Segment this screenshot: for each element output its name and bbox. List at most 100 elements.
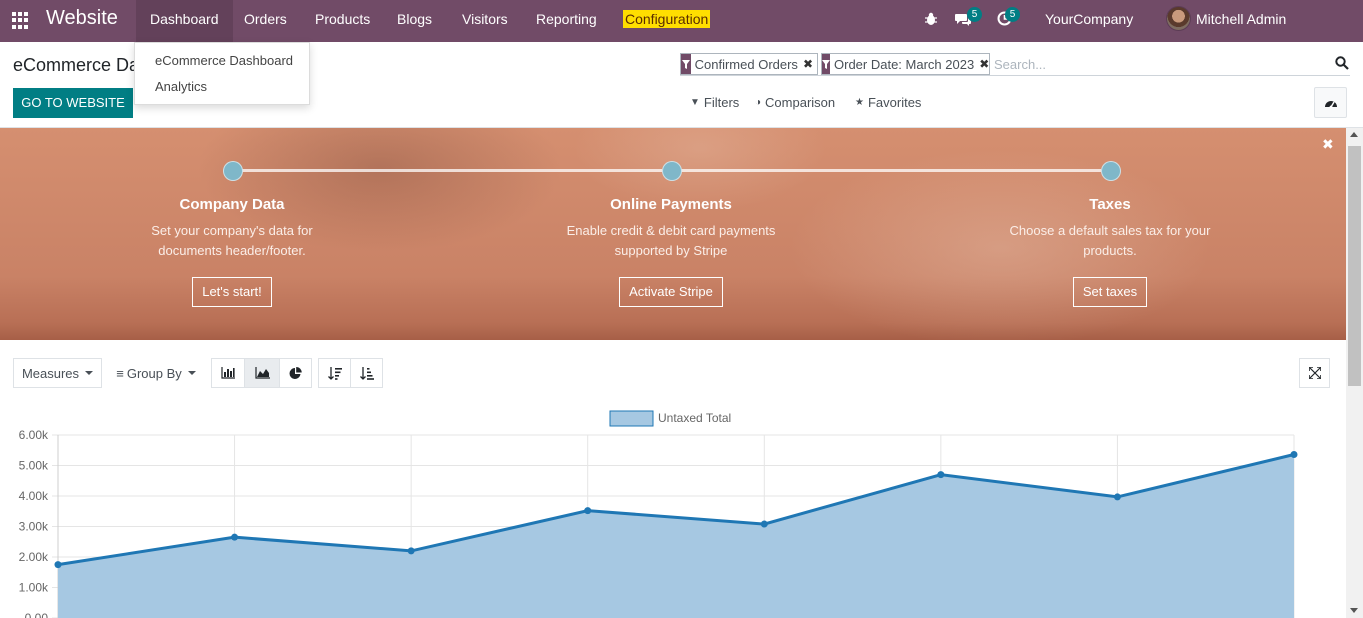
line-chart-mode-button[interactable]: [244, 358, 280, 388]
data-point[interactable]: [937, 471, 945, 479]
step-description: Set your company's data for documents he…: [112, 221, 352, 261]
sort-descending-icon: [327, 366, 342, 380]
data-point[interactable]: [54, 561, 62, 569]
step-desc-line: supported by Stripe: [614, 243, 728, 258]
step-desc-line: Set your company's data for: [151, 223, 313, 238]
untaxed-total-area-chart: Untaxed Total 0.00 1.00k 2.00k 3.00k 4.00k 5.…: [19, 410, 1298, 618]
apps-menu-icon[interactable]: [12, 12, 29, 29]
menu-blogs[interactable]: Blogs: [383, 0, 446, 42]
chart-legend[interactable]: Untaxed Total: [609, 410, 731, 427]
step-desc-line: Enable credit & debit card payments: [566, 223, 776, 238]
menu-reporting[interactable]: Reporting: [522, 0, 611, 42]
favorites-label: Favorites: [867, 95, 922, 110]
step-dot: [1101, 161, 1121, 181]
y-tick-label: 3.00k: [19, 520, 49, 534]
fullscreen-button[interactable]: [1299, 358, 1330, 388]
y-tick-label: 5.00k: [19, 459, 49, 473]
remove-facet-icon[interactable]: ✖: [803, 57, 817, 71]
filters-label: Filters: [703, 95, 740, 110]
debug-bug-icon[interactable]: [924, 12, 938, 26]
page-title: eCommerce Da: [13, 55, 140, 75]
menu-products[interactable]: Products: [301, 0, 384, 42]
pie-chart-mode-button[interactable]: [279, 358, 312, 388]
activate-stripe-button[interactable]: Activate Stripe: [619, 277, 723, 307]
step-desc-line: Choose a default sales tax for your: [1009, 223, 1211, 238]
menu-configuration-label: Configuration: [623, 10, 711, 28]
progress-line: [242, 169, 662, 172]
scrollbar-thumb[interactable]: [1348, 146, 1361, 386]
top-navbar: Website Dashboard Orders Products Blogs …: [0, 0, 1363, 65]
comparison-label: Comparison: [765, 95, 836, 110]
data-point[interactable]: [760, 520, 768, 528]
y-tick-label: 0.00: [25, 611, 49, 618]
facet-label: Confirmed Orders: [694, 56, 798, 72]
search-input[interactable]: [994, 54, 1324, 74]
onboarding-step-taxes: Taxes Choose a default sales tax for you…: [990, 196, 1230, 307]
lets-start-button[interactable]: Let's start!: [192, 277, 272, 307]
step-title: Company Data: [179, 196, 285, 213]
star-icon: ★: [855, 97, 864, 108]
facet-order-date: Order Date: March 2023 ✖: [821, 53, 990, 75]
group-by-label: Group By: [126, 365, 182, 381]
menu-visitors[interactable]: Visitors: [448, 0, 522, 42]
user-menu[interactable]: Mitchell Admin (demo_app): [1182, 0, 1363, 65]
comparison-button[interactable]: ◑ Comparison: [755, 95, 835, 110]
messages-count-badge: 5: [967, 7, 982, 22]
step-dot: [662, 161, 682, 181]
comparison-icon: ◑: [755, 97, 762, 108]
data-point[interactable]: [584, 507, 592, 515]
pie-chart-icon: [289, 366, 302, 379]
measures-label: Measures: [21, 365, 80, 381]
dashboard-gauge-icon: [1324, 100, 1337, 108]
favorites-button[interactable]: ★ Favorites: [855, 95, 921, 110]
close-banner-icon[interactable]: ✖: [1322, 136, 1334, 153]
set-taxes-button[interactable]: Set taxes: [1072, 277, 1148, 307]
filter-icon: ▼: [690, 97, 700, 108]
menu-configuration[interactable]: Configuration: [609, 0, 724, 42]
measures-dropdown[interactable]: Measures: [13, 358, 102, 388]
go-to-website-button[interactable]: GO TO WEBSITE: [13, 88, 133, 118]
onboarding-banner: Company Data Set your company's data for…: [0, 128, 1346, 340]
onboarding-step-company-data: Company Data Set your company's data for…: [112, 196, 352, 307]
scroll-down-arrow-icon[interactable]: [1350, 608, 1358, 613]
remove-facet-icon[interactable]: ✖: [979, 57, 993, 71]
y-tick-label: 4.00k: [19, 489, 49, 503]
data-point[interactable]: [231, 533, 239, 541]
menu-orders[interactable]: Orders: [230, 0, 301, 42]
data-point[interactable]: [1290, 451, 1298, 459]
menu-dashboard[interactable]: Dashboard: [136, 0, 233, 42]
step-title: Online Payments: [610, 196, 732, 213]
step-dot: [223, 161, 243, 181]
dropdown-item-ecommerce-dashboard[interactable]: eCommerce Dashboard: [155, 53, 293, 68]
group-by-dropdown[interactable]: ≡ Group By: [110, 358, 202, 388]
company-switcher[interactable]: YourCompany: [1031, 0, 1147, 42]
sort-ascending-icon: [359, 366, 374, 380]
legend-swatch: [609, 410, 654, 427]
caret-down-icon: [85, 371, 94, 375]
area-chart-icon: [254, 367, 270, 379]
search-icon[interactable]: [1335, 56, 1349, 70]
step-description: Choose a default sales tax for your prod…: [990, 221, 1230, 261]
filters-button[interactable]: ▼ Filters: [690, 95, 739, 110]
app-name[interactable]: Website: [46, 7, 118, 30]
facet-confirmed-orders: Confirmed Orders ✖: [680, 53, 818, 75]
filter-facet-icon: [681, 54, 691, 74]
dashboard-view-button[interactable]: [1314, 87, 1347, 118]
step-desc-line: documents header/footer.: [158, 243, 306, 258]
sort-ascending-button[interactable]: [350, 358, 383, 388]
bar-chart-mode-button[interactable]: [211, 358, 245, 388]
search-bar: Confirmed Orders ✖ Order Date: March 202…: [680, 52, 1350, 76]
scroll-up-arrow-icon[interactable]: [1350, 132, 1358, 137]
data-point[interactable]: [407, 547, 415, 555]
series-area-untaxed-total: [58, 454, 1294, 618]
y-tick-label: 1.00k: [19, 581, 49, 595]
facet-label: Order Date: March 2023: [834, 56, 975, 72]
dashboard-dropdown-menu: eCommerce Dashboard Analytics: [134, 42, 310, 105]
dropdown-item-analytics[interactable]: Analytics: [155, 79, 207, 94]
step-title: Taxes: [1089, 196, 1131, 213]
vertical-scrollbar[interactable]: [1346, 128, 1363, 618]
y-tick-label: 2.00k: [19, 550, 49, 564]
caret-down-icon: [187, 371, 196, 375]
data-point[interactable]: [1113, 493, 1121, 501]
sort-descending-button[interactable]: [318, 358, 351, 388]
